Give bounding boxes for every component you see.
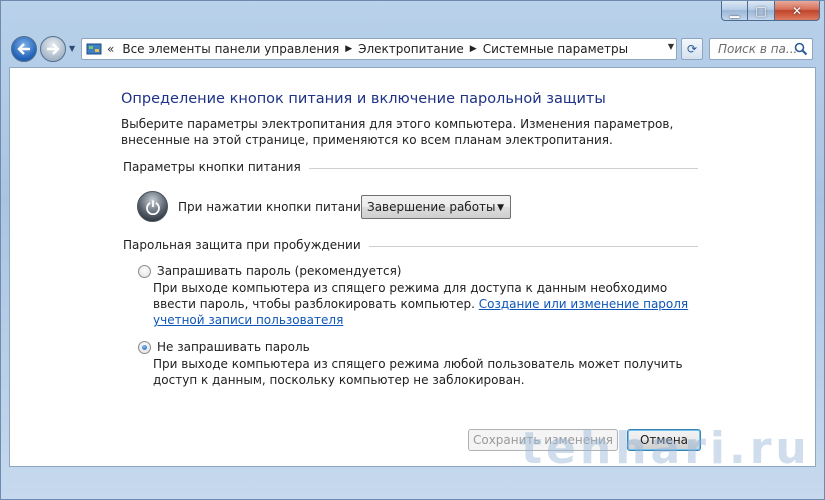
minimize-icon: ▁ — [729, 3, 740, 18]
page-title: Определение кнопок питания и включение п… — [121, 91, 606, 107]
power-button-label: При нажатии кнопки питания: — [178, 200, 373, 214]
breadcrumb-item-all-items[interactable]: Все элементы панели управления — [118, 42, 343, 56]
address-dropdown-icon[interactable]: ▼ — [668, 42, 674, 51]
window: ▁ □ ✕ ▼ « Все элементы панели управления… — [0, 0, 825, 500]
radio-dot — [142, 344, 147, 350]
radio-label[interactable]: Не запрашивать пароль — [157, 340, 310, 354]
maximize-icon: □ — [755, 3, 767, 18]
recent-pages-dropdown[interactable]: ▼ — [69, 44, 75, 53]
radio-button-selected[interactable] — [138, 340, 151, 354]
breadcrumb-item-system-settings[interactable]: Системные параметры — [479, 42, 632, 56]
group-header-label: Параметры кнопки питания — [123, 160, 301, 174]
close-button[interactable]: ✕ — [775, 1, 820, 21]
search-icon[interactable] — [794, 42, 808, 56]
radio-no-password[interactable]: Не запрашивать пароль — [138, 340, 310, 354]
address-bar[interactable]: « Все элементы панели управления ▶ Элект… — [81, 38, 677, 60]
require-password-description: При выходе компьютера из спящего режима … — [153, 280, 698, 328]
breadcrumb-overflow-icon[interactable]: « — [107, 42, 114, 56]
content-pane: Определение кнопок питания и включение п… — [9, 67, 816, 467]
maximize-button[interactable]: □ — [748, 1, 775, 21]
search-placeholder: Поиск в па... — [718, 42, 798, 56]
breadcrumb-separator-icon[interactable]: ▶ — [468, 44, 479, 54]
refresh-icon: ⟳ — [686, 42, 698, 56]
select-value: Завершение работы — [367, 200, 496, 214]
arrow-left-icon — [17, 43, 30, 55]
power-button-action-select[interactable]: Завершение работы ▼ — [361, 195, 511, 219]
power-icon — [137, 191, 168, 222]
close-icon: ✕ — [791, 3, 803, 18]
chevron-down-icon: ▼ — [497, 203, 504, 213]
control-panel-icon — [85, 41, 103, 57]
search-input[interactable]: Поиск в па... — [709, 38, 813, 60]
breadcrumb-separator-icon[interactable]: ▶ — [343, 44, 354, 54]
password-group-header: Парольная защита при пробуждении — [123, 238, 698, 252]
back-button[interactable] — [11, 36, 37, 62]
page-description: Выберите параметры электропитания для эт… — [121, 117, 674, 147]
no-password-description: При выходе компьютера из спящего режима … — [153, 357, 683, 387]
radio-button[interactable] — [138, 264, 151, 278]
power-button-group-header: Параметры кнопки питания — [123, 160, 698, 174]
divider — [308, 167, 698, 169]
refresh-button[interactable]: ⟳ — [681, 38, 703, 60]
divider — [368, 245, 698, 247]
minimize-button[interactable]: ▁ — [721, 1, 748, 21]
caption-buttons: ▁ □ ✕ — [721, 1, 820, 23]
forward-button[interactable] — [40, 36, 66, 62]
radio-require-password[interactable]: Запрашивать пароль (рекомендуется) — [138, 264, 401, 278]
navigation-bar: ▼ « Все элементы панели управления ▶ Эле… — [1, 29, 824, 67]
radio-label[interactable]: Запрашивать пароль (рекомендуется) — [157, 264, 401, 278]
arrow-right-icon — [47, 43, 60, 55]
group-header-label: Парольная защита при пробуждении — [123, 238, 361, 252]
breadcrumb-item-power[interactable]: Электропитание — [354, 42, 468, 56]
watermark: tehhari.ru — [521, 423, 811, 474]
